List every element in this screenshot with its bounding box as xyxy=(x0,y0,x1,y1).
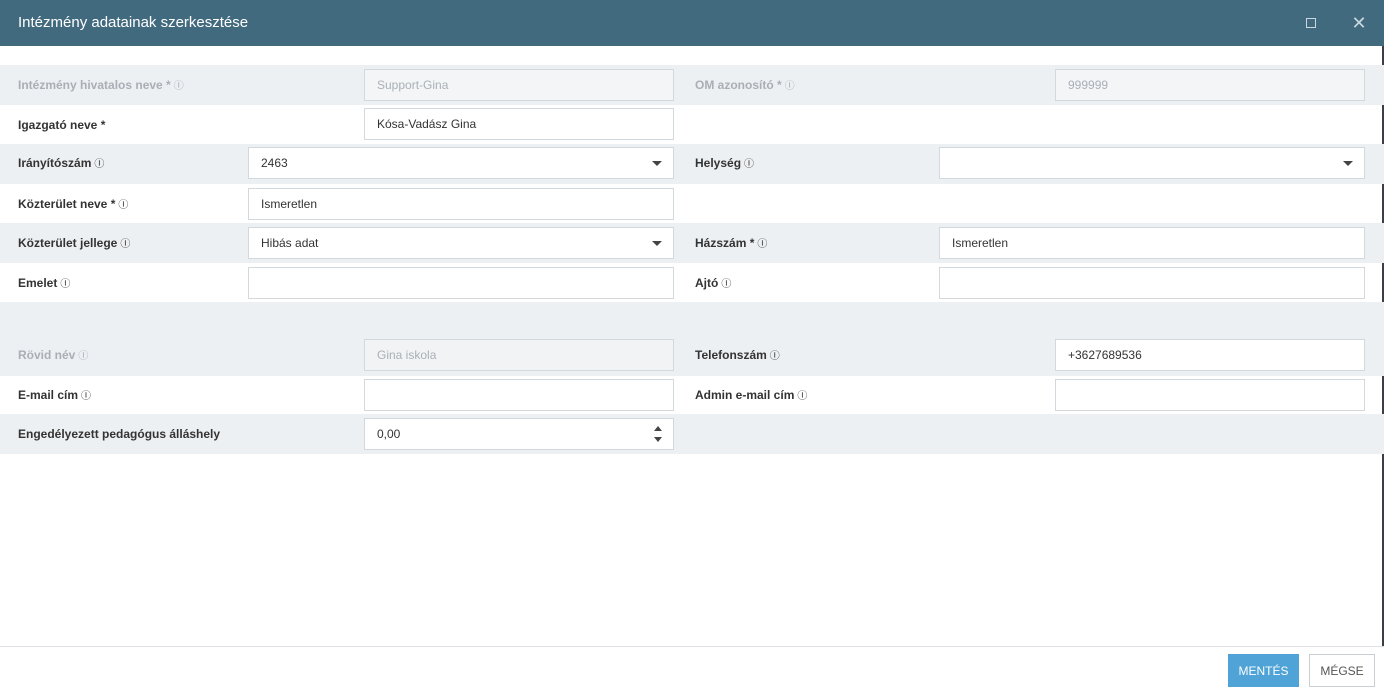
city-label: Helység Ⓘ xyxy=(695,156,755,170)
chevron-down-icon[interactable] xyxy=(1340,148,1356,178)
form-row-director: Igazgató neve * Kósa-Vadász Gina xyxy=(0,105,1384,145)
director-label: Igazgató neve * xyxy=(18,118,106,132)
postal-code-select[interactable]: 2463 xyxy=(248,147,674,179)
info-icon: Ⓘ xyxy=(721,279,732,290)
dialog-footer: MENTÉS MÉGSE xyxy=(0,646,1384,692)
cancel-button[interactable]: MÉGSE xyxy=(1309,654,1375,687)
director-field[interactable]: Kósa-Vadász Gina xyxy=(364,108,674,140)
section-separator xyxy=(0,302,1384,336)
teacher-positions-stepper[interactable]: 0,00 xyxy=(364,418,674,450)
street-name-field[interactable]: Ismeretlen xyxy=(248,188,674,220)
info-icon: Ⓘ xyxy=(744,159,755,170)
email-field[interactable] xyxy=(364,379,674,411)
chevron-down-icon[interactable] xyxy=(649,228,665,258)
city-select[interactable] xyxy=(939,147,1365,179)
admin-email-label: Admin e-mail cím Ⓘ xyxy=(695,388,808,402)
info-icon: Ⓘ xyxy=(797,391,808,402)
postal-code-label: Irányítószám Ⓘ xyxy=(18,156,105,170)
street-type-select[interactable]: Hibás adat xyxy=(248,227,674,259)
email-label: E-mail cím Ⓘ xyxy=(18,388,92,402)
phone-field[interactable]: +3627689536 xyxy=(1055,339,1365,371)
info-icon: Ⓘ xyxy=(784,81,795,92)
short-name-label: Rövid név Ⓘ xyxy=(18,348,89,362)
close-icon: ✕ xyxy=(1351,13,1367,33)
form-row-email: E-mail cím Ⓘ Admin e-mail cím Ⓘ xyxy=(0,375,1384,415)
teacher-positions-label: Engedélyezett pedagógus álláshely xyxy=(18,427,221,441)
form-row-postal-code: Irányítószám Ⓘ 2463 Helység Ⓘ xyxy=(0,144,1384,184)
form-row-street-type: Közterület jellege Ⓘ Hibás adat Házszám *… xyxy=(0,223,1384,263)
door-field[interactable] xyxy=(939,267,1365,299)
short-name-field[interactable]: Gina iskola xyxy=(364,339,674,371)
floor-label: Emelet Ⓘ xyxy=(18,276,71,290)
house-number-field[interactable]: Ismeretlen xyxy=(939,227,1365,259)
house-number-label: Házszám * Ⓘ xyxy=(695,236,768,250)
info-icon: Ⓘ xyxy=(81,391,92,402)
om-id-field[interactable]: 999999 xyxy=(1055,69,1365,101)
street-type-label: Közterület jellege Ⓘ xyxy=(18,236,131,250)
official-name-field[interactable]: Support-Gina xyxy=(364,69,674,101)
spinner-down-icon[interactable] xyxy=(654,437,662,442)
dialog-title: Intézmény adatainak szerkesztése xyxy=(18,14,249,31)
info-icon: Ⓘ xyxy=(120,239,131,250)
info-icon: Ⓘ xyxy=(769,351,780,362)
info-icon: Ⓘ xyxy=(757,239,768,250)
admin-email-field[interactable] xyxy=(1055,379,1365,411)
form-row-floor: Emelet Ⓘ Ajtó Ⓘ xyxy=(0,263,1384,303)
maximize-button[interactable] xyxy=(1300,12,1322,34)
spinner-icon[interactable] xyxy=(653,426,663,442)
form-row-teacher-positions: Engedélyezett pedagógus álláshely 0,00 xyxy=(0,414,1384,454)
save-button[interactable]: MENTÉS xyxy=(1228,654,1299,687)
close-button[interactable]: ✕ xyxy=(1348,12,1370,34)
door-label: Ajtó Ⓘ xyxy=(695,276,732,290)
info-icon: Ⓘ xyxy=(94,159,105,170)
info-icon: Ⓘ xyxy=(173,81,184,92)
form-row-short-name: Rövid név Ⓘ Gina iskola Telefonszám Ⓘ +362… xyxy=(0,336,1384,376)
info-icon: Ⓘ xyxy=(118,200,129,211)
info-icon: Ⓘ xyxy=(78,351,89,362)
spinner-up-icon[interactable] xyxy=(654,426,662,431)
floor-field[interactable] xyxy=(248,267,674,299)
official-name-label: Intézmény hivatalos neve * Ⓘ xyxy=(18,78,184,92)
phone-label: Telefonszám Ⓘ xyxy=(695,348,780,362)
om-id-label: OM azonosító * Ⓘ xyxy=(695,78,795,92)
street-name-label: Közterület neve * Ⓘ xyxy=(18,197,129,211)
maximize-icon xyxy=(1306,18,1316,28)
info-icon: Ⓘ xyxy=(60,279,71,290)
dialog-titlebar: Intézmény adatainak szerkesztése ✕ xyxy=(0,0,1384,46)
form-row-street-name: Közterület neve * Ⓘ Ismeretlen xyxy=(0,184,1384,224)
form-row-official-name: Intézmény hivatalos neve * Ⓘ Support-Gina… xyxy=(0,65,1384,105)
chevron-down-icon[interactable] xyxy=(649,148,665,178)
